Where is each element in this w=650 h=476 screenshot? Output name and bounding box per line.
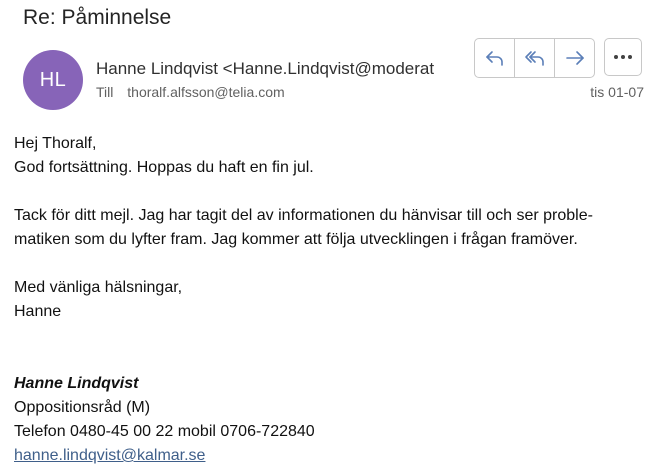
closing: Med vänliga hälsningar, (14, 279, 183, 296)
recipient-address[interactable]: thoralf.alfsson@telia.com (127, 84, 284, 100)
greeting: Hej Thoralf, (14, 135, 97, 152)
reply-button[interactable] (475, 39, 515, 77)
email-body: Hej Thoralf, God fortsättning. Hoppas du… (14, 132, 644, 468)
sender-name[interactable]: Hanne Lindqvist <Hanne.Lindqvist@moderat (96, 59, 448, 79)
more-icon (614, 55, 632, 59)
reply-all-button[interactable] (515, 39, 555, 77)
email-subject: Re: Påminnelse (23, 6, 172, 29)
body-line: matiken som du lyfter fram. Jag kommer a… (14, 231, 578, 248)
reply-all-icon (524, 51, 544, 66)
avatar[interactable]: HL (23, 50, 83, 110)
reply-icon (485, 51, 503, 66)
sender-first-name: Hanne (14, 303, 62, 320)
more-actions-button[interactable] (604, 38, 642, 76)
signature-email-link[interactable]: hanne.lindqvist@kalmar.se (14, 447, 205, 464)
signature-name: Hanne Lindqvist (14, 375, 139, 392)
to-label: Till (96, 84, 114, 100)
body-line: God fortsättning. Hoppas du haft en fin … (14, 159, 314, 176)
signature-title: Oppositionsråd (M) (14, 399, 151, 416)
signature-phone: Telefon 0480-45 00 22 mobil 0706-722840 (14, 423, 315, 440)
reply-actions-group (474, 38, 595, 78)
forward-button[interactable] (555, 39, 594, 77)
forward-icon (565, 51, 584, 65)
email-date: tis 01-07 (590, 84, 644, 100)
recipient-row: Till thoralf.alfsson@telia.com (96, 84, 285, 100)
body-line: Tack för ditt mejl. Jag har tagit del av… (14, 207, 593, 224)
